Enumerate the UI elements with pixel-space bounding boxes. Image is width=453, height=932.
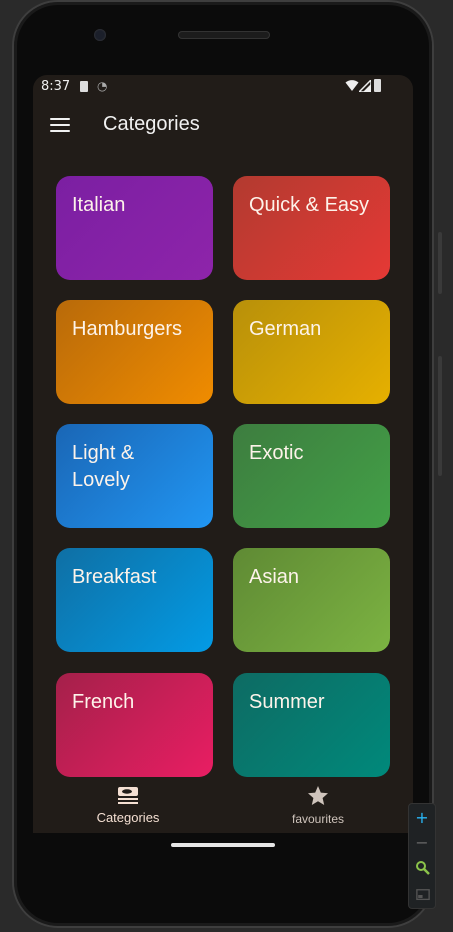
gesture-home-bar[interactable] <box>171 843 275 847</box>
battery-icon <box>374 79 381 92</box>
volume-button <box>438 356 442 476</box>
category-tile-french[interactable]: French <box>56 673 213 777</box>
page-title: Categories <box>103 113 200 135</box>
category-label: Hamburgers <box>72 318 183 340</box>
power-button <box>438 232 442 294</box>
category-label: Asian <box>249 566 300 588</box>
app-bar: Categories <box>33 99 413 151</box>
category-tile-italian[interactable]: Italian <box>56 176 213 280</box>
signal-icon <box>359 80 371 92</box>
category-label: Summer <box>249 691 325 713</box>
bottom-navigation-bar: Categories favourites <box>33 781 413 833</box>
category-tile-quick-easy[interactable]: Quick & Easy <box>233 176 390 280</box>
set-meal-icon <box>118 787 138 804</box>
wifi-icon <box>345 80 359 91</box>
category-label: German <box>249 318 322 340</box>
nav-label-categories: Categories <box>96 810 160 825</box>
category-label: French <box>72 691 135 713</box>
category-label: Italian <box>72 194 126 216</box>
emulator-zoom-panel: + − <box>408 803 436 909</box>
nav-label-favourites: favourites <box>291 812 345 826</box>
cast-icon: ◔ <box>97 79 108 93</box>
status-bar: 8:37 ◔ <box>33 75 413 99</box>
category-label: Exotic <box>249 442 304 464</box>
nav-item-categories[interactable]: Categories <box>68 781 188 833</box>
category-tile-breakfast[interactable]: Breakfast <box>56 548 213 652</box>
category-tile-german[interactable]: German <box>233 300 390 404</box>
category-tile-exotic[interactable]: Exotic <box>233 424 390 528</box>
category-label: Quick & Easy <box>249 194 370 216</box>
app-screen: 8:37 ◔ Categories Italian Quick & Easy H… <box>33 75 413 833</box>
hamburger-menu-icon[interactable] <box>50 118 70 132</box>
category-tile-summer[interactable]: Summer <box>233 673 390 777</box>
fit-screen-icon[interactable] <box>415 888 431 902</box>
zoom-in-button[interactable]: + <box>409 806 435 830</box>
zoom-out-button[interactable]: − <box>409 831 435 855</box>
magnifier-icon[interactable] <box>415 860 431 876</box>
status-time: 8:37 <box>41 79 71 94</box>
front-camera <box>94 29 106 41</box>
category-label: Breakfast <box>72 566 157 588</box>
nav-item-favourites[interactable]: favourites <box>258 781 378 833</box>
category-tile-asian[interactable]: Asian <box>233 548 390 652</box>
category-tile-hamburgers[interactable]: Hamburgers <box>56 300 213 404</box>
earpiece-speaker <box>178 31 270 39</box>
star-icon <box>308 786 328 805</box>
sim-card-icon <box>80 81 88 92</box>
category-tile-light-lovely[interactable]: Light & Lovely <box>56 424 213 528</box>
category-label: Light & Lovely <box>72 442 135 491</box>
